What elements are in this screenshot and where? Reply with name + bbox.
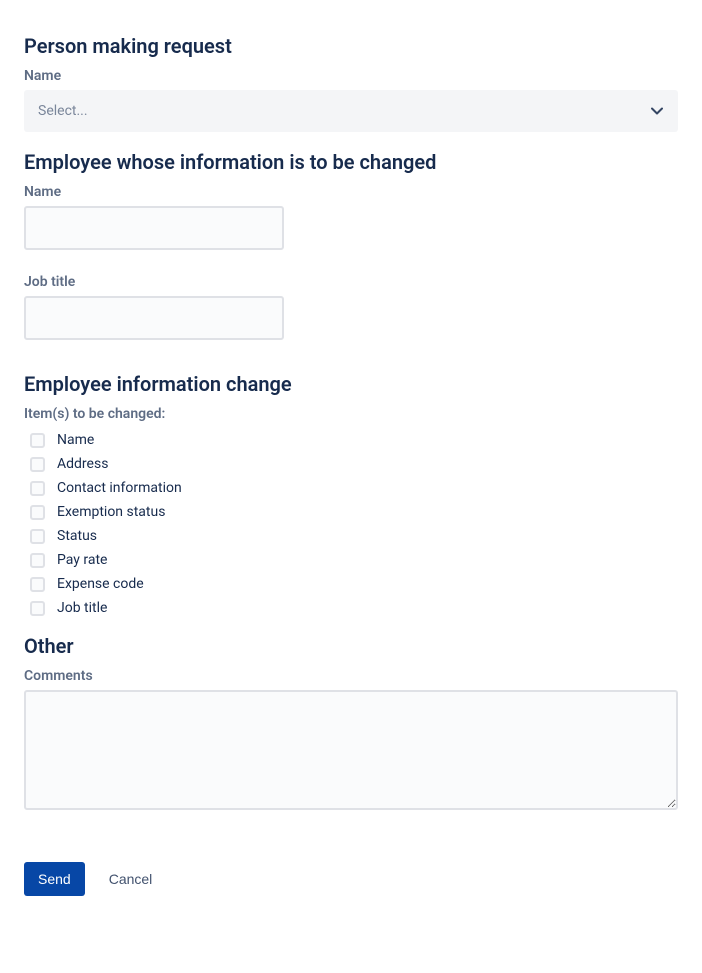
comments-label: Comments bbox=[24, 668, 678, 684]
employee-jobtitle-input[interactable] bbox=[24, 296, 284, 340]
section-heading-other: Other bbox=[24, 634, 678, 658]
checkbox-item-name[interactable]: Name bbox=[24, 428, 678, 452]
checkbox-label: Name bbox=[57, 432, 94, 448]
checkbox-box bbox=[30, 433, 45, 448]
checkbox-item-expensecode[interactable]: Expense code bbox=[24, 572, 678, 596]
checkbox-box bbox=[30, 481, 45, 496]
checkbox-item-jobtitle[interactable]: Job title bbox=[24, 596, 678, 620]
select-placeholder: Select... bbox=[38, 103, 88, 119]
employee-name-input[interactable] bbox=[24, 206, 284, 250]
checkbox-item-exemption[interactable]: Exemption status bbox=[24, 500, 678, 524]
checkbox-label: Exemption status bbox=[57, 504, 165, 520]
checkbox-item-payrate[interactable]: Pay rate bbox=[24, 548, 678, 572]
checkbox-item-status[interactable]: Status bbox=[24, 524, 678, 548]
send-button[interactable]: Send bbox=[24, 862, 85, 896]
section-heading-employee: Employee whose information is to be chan… bbox=[24, 150, 678, 174]
chevron-down-icon bbox=[650, 104, 664, 118]
checkbox-box bbox=[30, 505, 45, 520]
checkbox-box bbox=[30, 577, 45, 592]
requester-name-label: Name bbox=[24, 68, 678, 84]
cancel-button[interactable]: Cancel bbox=[101, 862, 161, 896]
section-heading-requester: Person making request bbox=[24, 34, 678, 58]
checkbox-label: Expense code bbox=[57, 576, 144, 592]
checkbox-label: Contact information bbox=[57, 480, 182, 496]
change-items-label: Item(s) to be changed: bbox=[24, 406, 678, 422]
change-items-list: Name Address Contact information Exempti… bbox=[24, 428, 678, 620]
comments-textarea[interactable] bbox=[24, 690, 678, 810]
checkbox-box bbox=[30, 529, 45, 544]
checkbox-label: Pay rate bbox=[57, 552, 107, 568]
checkbox-item-address[interactable]: Address bbox=[24, 452, 678, 476]
requester-name-select[interactable]: Select... bbox=[24, 90, 678, 132]
checkbox-label: Status bbox=[57, 528, 97, 544]
section-heading-change: Employee information change bbox=[24, 372, 678, 396]
checkbox-label: Address bbox=[57, 456, 108, 472]
checkbox-item-contact[interactable]: Contact information bbox=[24, 476, 678, 500]
button-row: Send Cancel bbox=[24, 862, 678, 896]
checkbox-label: Job title bbox=[57, 600, 107, 616]
checkbox-box bbox=[30, 601, 45, 616]
checkbox-box bbox=[30, 553, 45, 568]
employee-name-label: Name bbox=[24, 184, 678, 200]
checkbox-box bbox=[30, 457, 45, 472]
employee-jobtitle-label: Job title bbox=[24, 274, 678, 290]
